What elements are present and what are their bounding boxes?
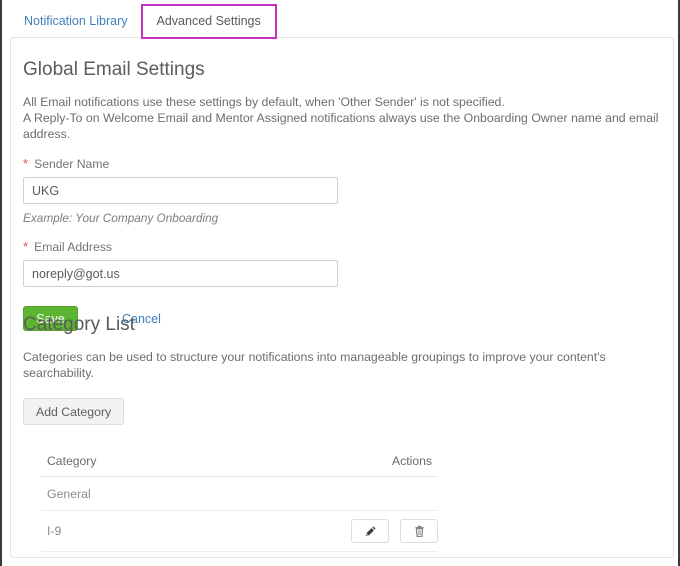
- category-list-description: Categories can be used to structure your…: [23, 350, 606, 380]
- email-address-label: * Email Address: [23, 240, 338, 254]
- column-header-category: Category: [41, 448, 308, 477]
- sender-name-label: * Sender Name: [23, 157, 338, 171]
- row-actions-cell: [308, 551, 438, 557]
- category-name-cell: General: [41, 476, 308, 511]
- sender-name-input[interactable]: [23, 177, 338, 204]
- sender-name-label-text: Sender Name: [34, 157, 110, 171]
- category-table: Category Actions GeneralI-9OnLaunched: [41, 448, 438, 557]
- tab-advanced-settings-label: Advanced Settings: [156, 14, 261, 29]
- email-address-input[interactable]: [23, 260, 338, 287]
- row-actions-cell: [308, 476, 438, 511]
- sender-name-hint: Example: Your Company Onboarding: [23, 211, 219, 225]
- sender-name-field-group: * Sender Name Example: Your Company Onbo…: [23, 157, 338, 225]
- global-email-settings-section: Global Email Settings All Email notifica…: [23, 59, 661, 142]
- table-row: OnLaunched: [41, 551, 438, 557]
- tab-notification-library[interactable]: Notification Library: [10, 5, 142, 38]
- edit-category-button[interactable]: [351, 519, 389, 543]
- delete-category-button[interactable]: [400, 519, 438, 543]
- global-email-settings-description-line-2: A Reply-To on Welcome Email and Mentor A…: [23, 111, 659, 141]
- category-table-body: GeneralI-9OnLaunched: [41, 476, 438, 557]
- row-actions-cell: [308, 510, 438, 552]
- content-card: Global Email Settings All Email notifica…: [10, 37, 674, 558]
- tab-advanced-settings[interactable]: Advanced Settings: [140, 4, 277, 39]
- category-name-cell: OnLaunched: [41, 551, 308, 557]
- global-email-settings-description-line-1: All Email notifications use these settin…: [23, 95, 505, 109]
- required-asterisk-icon: *: [23, 156, 29, 171]
- column-header-actions: Actions: [308, 448, 438, 477]
- email-address-label-text: Email Address: [34, 240, 112, 254]
- add-category-button[interactable]: Add Category: [23, 398, 125, 425]
- required-asterisk-icon: *: [23, 239, 29, 254]
- category-list-section: Category List Categories can be used to …: [23, 314, 661, 425]
- category-name-cell: I-9: [41, 510, 308, 552]
- tab-bar: Notification Library Advanced Settings: [10, 4, 674, 39]
- global-email-settings-title: Global Email Settings: [23, 59, 205, 80]
- trash-icon: [414, 525, 424, 537]
- category-table-header: Category Actions: [41, 448, 438, 477]
- category-list-title: Category List: [23, 314, 135, 335]
- email-address-field-group: * Email Address: [23, 240, 338, 287]
- email-settings-form: * Sender Name Example: Your Company Onbo…: [23, 157, 338, 331]
- table-row: I-9: [41, 510, 438, 552]
- page-frame: Notification Library Advanced Settings G…: [0, 0, 680, 566]
- pencil-icon: [365, 525, 376, 536]
- table-row: General: [41, 476, 438, 511]
- tab-notification-library-label: Notification Library: [24, 14, 128, 29]
- table-header-row: Category Actions: [41, 448, 438, 477]
